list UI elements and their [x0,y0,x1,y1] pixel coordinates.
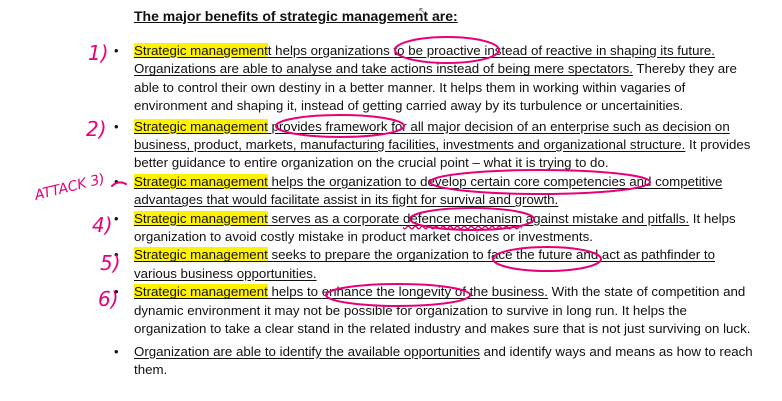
circled-phrase: defence mechanism [403,210,523,226]
highlighted-phrase: Strategic management [134,118,268,134]
bullet-icon: • [114,247,119,263]
highlighted-phrase: Strategic management [134,284,268,300]
benefits-list: • Strategic managementt helps organizati… [114,42,754,379]
list-item: • Strategic management provides framewor… [114,118,754,173]
item-text: helps the organization to [267,173,421,189]
highlighted-phrase: Strategic management [134,173,268,189]
list-item: • Strategic management helps the organiz… [114,173,754,210]
bullet-icon: • [114,43,119,58]
item-text: t helps organizations [267,43,394,58]
list-item: • Strategic management seeks to prepare … [114,246,754,283]
annotation-number: 1) [88,41,109,65]
highlighted-phrase: Strategic management [134,247,268,263]
item-text: helps to [267,284,322,300]
list-item: • Organization are able to identify the … [114,343,754,380]
highlighted-phrase: Strategic management [134,210,268,226]
item-text: seeks to prepare the organization to [267,247,488,263]
bullet-icon: • [114,284,119,300]
annotation-number: ATTACK 3) [32,171,106,204]
annotation-number: 4) [92,213,113,237]
item-text: of the business. [451,284,548,300]
circled-phrase: to be proactive [393,43,481,58]
page-title: The major benefits of strategic manageme… [134,8,458,24]
bullet-icon: • [114,173,119,189]
list-item: • Strategic management helps to enhance … [114,283,754,338]
circled-phrase: enhance the longevity [321,284,452,300]
item-text: against mistake and pitfalls. [522,210,690,226]
list-item: • Strategic management serves as a corpo… [114,210,754,247]
text-cursor-icon: ↖ [418,6,427,17]
list-item: • Strategic managementt helps organizati… [114,42,754,116]
circled-phrase: develop certain core competencies [420,173,626,189]
item-text: Organization are able to identify the av… [134,343,480,359]
bullet-icon: • [114,210,119,226]
circled-phrase: face the future [487,247,573,263]
circled-phrase: provides framework [271,118,388,134]
highlighted-phrase: Strategic management [134,43,268,58]
item-text: serves as a corporate [267,210,404,226]
bullet-icon: • [114,118,119,134]
annotation-number: 2) [86,117,107,141]
bullet-icon: • [114,343,119,359]
